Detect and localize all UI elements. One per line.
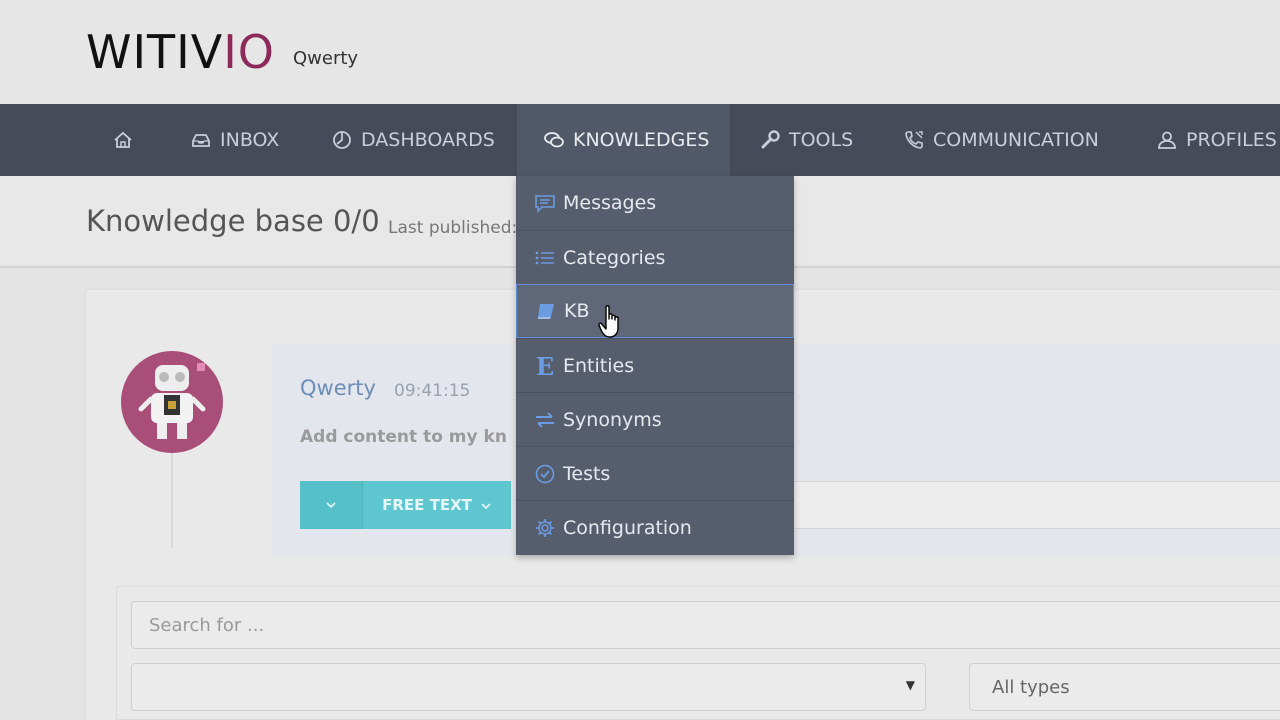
app-header: WITIVIO Qwerty [0, 0, 1280, 104]
menu-item-label: KB [564, 300, 590, 322]
check-circle-icon [534, 463, 556, 485]
nav-profiles-label: PROFILES [1186, 129, 1277, 151]
chevron-down-icon [480, 496, 492, 514]
nav-dashboards[interactable]: DASHBOARDS [331, 104, 495, 176]
menu-item-label: Entities [563, 355, 635, 377]
menu-item-messages[interactable]: Messages [516, 176, 794, 230]
nav-inbox[interactable]: INBOX [190, 104, 279, 176]
workspace-name: Qwerty [293, 48, 359, 69]
nav-communication-label: COMMUNICATION [933, 129, 1099, 151]
caret-down-icon: ▼ [905, 678, 915, 692]
book-icon [535, 300, 557, 322]
inbox-icon [190, 129, 212, 151]
dashboard-icon [331, 129, 353, 151]
menu-item-label: Categories [563, 247, 666, 269]
search-input[interactable]: Search for ... [131, 601, 1280, 649]
timeline-line [171, 453, 173, 548]
menu-item-label: Messages [563, 192, 657, 214]
type-select-value: All types [992, 676, 1070, 698]
list-icon [534, 247, 556, 269]
chat-bubbles-icon [543, 129, 565, 151]
last-published-label: Last published: [388, 218, 518, 238]
menu-item-label: Synonyms [563, 409, 662, 431]
menu-item-tests[interactable]: Tests [516, 447, 794, 501]
chevron-down-icon [325, 497, 337, 513]
reply-options-button[interactable] [300, 481, 362, 529]
nav-communication[interactable]: COMMUNICATION [903, 104, 1099, 176]
nav-tools[interactable]: TOOLS [759, 104, 853, 176]
free-text-label: FREE TEXT [382, 496, 472, 514]
bot-avatar [121, 351, 223, 453]
hand-cursor-icon [598, 304, 624, 340]
nav-profiles[interactable]: PROFILES [1156, 104, 1277, 176]
chat-author: Qwerty [300, 376, 376, 400]
main-nav: INBOX DASHBOARDS KNOWLEDGES TOOLS COMMUN… [0, 104, 1280, 176]
menu-item-synonyms[interactable]: Synonyms [516, 393, 794, 447]
chat-timestamp: 09:41:15 [394, 381, 471, 401]
logo[interactable]: WITIVIO [86, 26, 275, 78]
nav-knowledges-label: KNOWLEDGES [573, 129, 710, 151]
logo-main: WITIV [86, 25, 224, 79]
nav-tools-label: TOOLS [789, 129, 854, 151]
home-icon [112, 129, 134, 151]
gear-icon [534, 517, 556, 539]
phone-icon [903, 129, 925, 151]
swap-icon [534, 409, 556, 431]
menu-item-categories[interactable]: Categories [516, 231, 794, 285]
free-text-button[interactable]: FREE TEXT [362, 481, 511, 529]
menu-item-configuration[interactable]: Configuration [516, 501, 794, 555]
wrench-icon [759, 129, 781, 151]
page-title: Knowledge base 0/0 [86, 204, 380, 238]
menu-item-entities[interactable]: E Entities [516, 339, 794, 393]
reply-input[interactable] [792, 481, 1280, 529]
message-icon [534, 192, 556, 214]
nav-inbox-label: INBOX [220, 129, 280, 151]
category-select[interactable]: ▼ [131, 663, 926, 711]
type-select[interactable]: All types [969, 663, 1280, 711]
nav-knowledges[interactable]: KNOWLEDGES [517, 104, 730, 176]
user-icon [1156, 129, 1178, 151]
menu-item-label: Tests [563, 463, 611, 485]
search-placeholder: Search for ... [149, 614, 265, 636]
entity-icon: E [535, 351, 555, 381]
nav-dashboards-label: DASHBOARDS [361, 129, 495, 151]
menu-item-kb[interactable]: KB [516, 284, 794, 338]
menu-item-label: Configuration [563, 517, 692, 539]
nav-home[interactable] [112, 104, 142, 176]
logo-accent: IO [223, 25, 275, 79]
knowledges-dropdown-menu: Messages Categories KB E Entities Synony… [516, 176, 794, 555]
chat-message-text: Add content to my kn [300, 427, 507, 447]
